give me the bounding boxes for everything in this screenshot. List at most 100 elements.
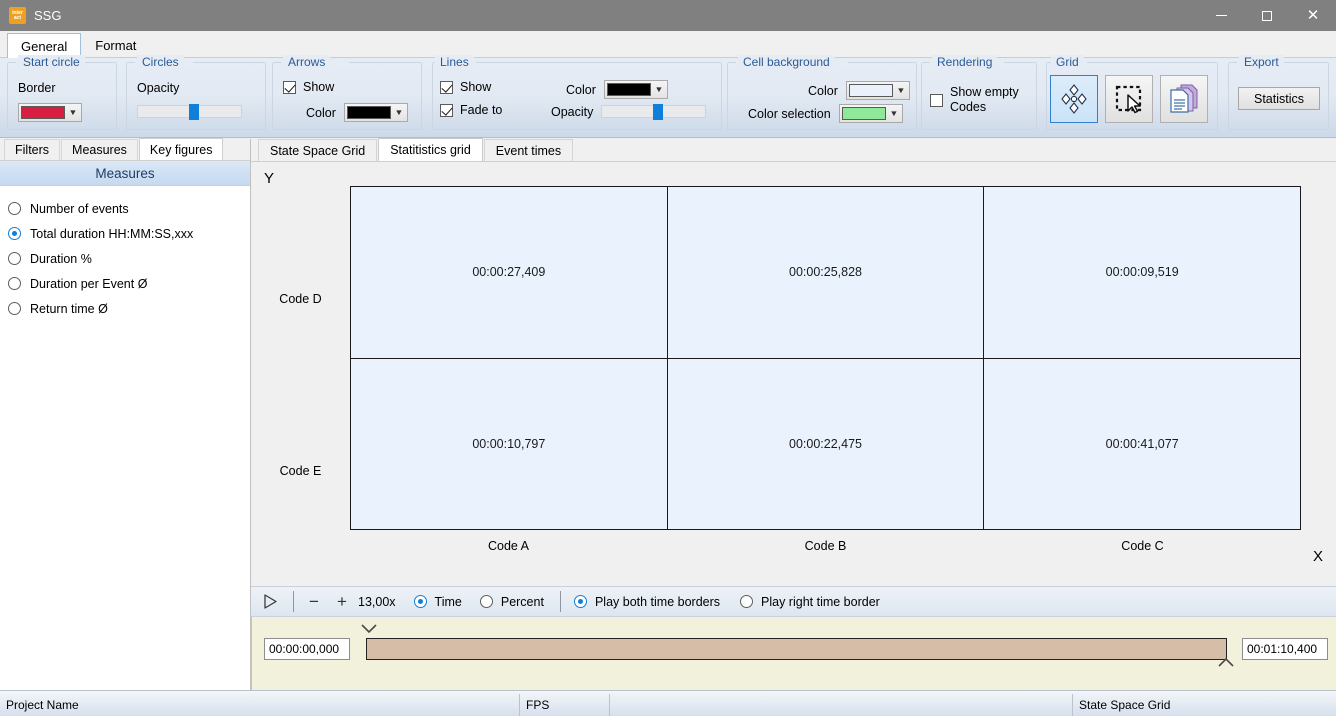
measure-label: Total duration HH:MM:SS,xxx (30, 226, 194, 241)
ribbon-tab-strip: General Format (0, 31, 1336, 58)
circles-group-title: Circles (137, 55, 184, 69)
x-tick-code-b: Code B (804, 539, 847, 553)
timeline-end-time-value: 00:01:10,400 (1247, 642, 1318, 656)
sidebar-tab-key-figures[interactable]: Key figures (138, 138, 224, 160)
tab-statistics-grid[interactable]: Statitistics grid (378, 138, 483, 161)
circles-opacity-slider[interactable] (137, 104, 242, 120)
cell-background-selection-dropdown[interactable] (838, 104, 903, 123)
grid-cell-e-a[interactable]: 00:00:10,797 (351, 358, 667, 529)
tab-state-space-grid[interactable]: State Space Grid (258, 139, 378, 161)
chevron-down-icon (893, 82, 909, 99)
lines-fade-checkbox[interactable]: Fade to (440, 103, 502, 117)
status-view-name: State Space Grid (1073, 694, 1336, 716)
export-statistics-button[interactable]: Statistics (1238, 87, 1320, 110)
app-logo-text-bottom: act (13, 14, 22, 21)
app-logo-icon: inter act (9, 7, 26, 24)
border-radio-both-label: Play both time borders (594, 594, 721, 609)
lines-color-swatch (606, 83, 651, 96)
ribbon-group-export: Export Statistics (1228, 55, 1329, 130)
timeline-end-time-field[interactable]: 00:01:10,400 (1242, 638, 1328, 660)
toolbar-separator (293, 591, 294, 612)
start-circle-color-swatch (21, 106, 65, 119)
grid-cell-d-a[interactable]: 00:00:27,409 (351, 187, 667, 358)
grid-cell-d-c[interactable]: 00:00:09,519 (983, 187, 1301, 358)
grid-cell-e-b[interactable]: 00:00:22,475 (666, 358, 984, 529)
measure-label: Duration per Event Ø (30, 276, 148, 291)
y-axis-label: Y (264, 170, 275, 187)
state-space-grid-view-button[interactable] (1050, 75, 1098, 123)
measure-option-duration-percent[interactable]: Duration % (8, 246, 250, 271)
show-empty-codes-checkbox[interactable]: Show empty Codes (930, 85, 1022, 115)
arrows-show-checkbox[interactable]: Show (283, 80, 334, 94)
zoom-in-button[interactable]: + (328, 592, 356, 612)
sidebar-tab-measures[interactable]: Measures (61, 139, 138, 160)
status-fps: FPS (520, 693, 610, 716)
export-statistics-label: Statistics (1253, 91, 1304, 106)
cell-background-group-title: Cell background (738, 55, 835, 69)
timeline-range-bar[interactable] (366, 638, 1227, 660)
lines-color-dropdown[interactable] (603, 80, 668, 99)
play-icon (263, 594, 277, 609)
lines-opacity-label: Opacity (551, 104, 594, 119)
minimize-button[interactable] (1198, 0, 1244, 31)
radio-icon (8, 277, 21, 290)
ribbon-group-rendering: Rendering Show empty Codes (921, 55, 1037, 130)
radio-icon (479, 595, 493, 608)
timeline-panel: 00:00:00,000 00:01:10,400 (251, 617, 1336, 690)
mode-radio-time-label: Time (434, 594, 462, 609)
ribbon-group-grid: Grid (1046, 55, 1218, 130)
measure-option-return-time[interactable]: Return time Ø (8, 296, 250, 321)
y-tick-code-d: Code D (279, 292, 322, 306)
start-circle-border-color-dropdown[interactable] (18, 103, 82, 122)
tab-event-times[interactable]: Event times (483, 139, 574, 161)
cell-background-color-dropdown[interactable] (845, 81, 910, 100)
mode-radio-time[interactable]: Time (413, 594, 462, 609)
show-empty-codes-label: Show empty Codes (950, 85, 1019, 114)
circles-opacity-label: Opacity (137, 81, 180, 95)
maximize-button[interactable] (1244, 0, 1290, 31)
window-controls: ✕ (1198, 0, 1336, 31)
lines-fade-label: Fade to (460, 103, 503, 117)
ribbon-group-cell-background: Cell background Color Color selection (727, 55, 917, 130)
radio-icon (8, 227, 21, 240)
grid-cell-e-c[interactable]: 00:00:41,077 (983, 358, 1301, 529)
lines-color-label: Color (566, 82, 596, 97)
cell-background-color-swatch (848, 84, 893, 97)
selection-tool-button[interactable] (1105, 75, 1153, 123)
timeline-start-time-field[interactable]: 00:00:00,000 (264, 638, 350, 660)
border-radio-both[interactable]: Play both time borders (573, 594, 721, 609)
arrows-group-title: Arrows (283, 55, 331, 69)
ribbon-tab-format[interactable]: Format (81, 33, 150, 57)
checkbox-icon (930, 93, 943, 107)
mode-radio-percent[interactable]: Percent (479, 595, 544, 609)
radio-icon (8, 202, 21, 215)
tab-state-space-grid-label: State Space Grid (270, 143, 366, 158)
measure-option-duration-per-event[interactable]: Duration per Event Ø (8, 271, 250, 296)
arrows-show-label: Show (303, 80, 335, 94)
chevron-down-icon (360, 623, 378, 637)
arrows-color-dropdown[interactable] (343, 103, 408, 122)
rendering-group-title: Rendering (932, 55, 998, 69)
lines-opacity-thumb[interactable] (653, 104, 664, 120)
ribbon-group-circles: Circles Opacity (126, 55, 266, 130)
zoom-out-button[interactable]: − (300, 592, 328, 612)
status-project-name-label: Project Name (6, 697, 79, 712)
selection-marquee-icon (1115, 85, 1142, 114)
measure-option-total-duration[interactable]: Total duration HH:MM:SS,xxx (8, 221, 250, 246)
border-radio-right[interactable]: Play right time border (740, 595, 880, 609)
cell-background-color-label: Color (808, 83, 838, 98)
close-button[interactable]: ✕ (1290, 0, 1336, 31)
grid-cell-d-b[interactable]: 00:00:25,828 (666, 187, 984, 358)
tab-statistics-grid-label: Statitistics grid (390, 143, 471, 157)
play-button[interactable] (251, 593, 287, 610)
copy-documents-button[interactable] (1160, 75, 1208, 123)
circles-opacity-thumb[interactable] (189, 104, 199, 120)
lines-show-checkbox[interactable]: Show (440, 80, 491, 94)
checkbox-icon (283, 80, 296, 94)
sidebar-tab-filters[interactable]: Filters (4, 139, 61, 160)
ribbon: Start circle Border Circles Opacity (0, 55, 1336, 138)
statistics-grid-plot: Y X Code D Code E 00:00:27,409 00:00:25,… (251, 162, 1336, 571)
status-bar: Project Name FPS State Space Grid (0, 690, 1336, 716)
lines-opacity-slider[interactable] (601, 104, 707, 120)
measure-option-number-of-events[interactable]: Number of events (8, 196, 250, 221)
